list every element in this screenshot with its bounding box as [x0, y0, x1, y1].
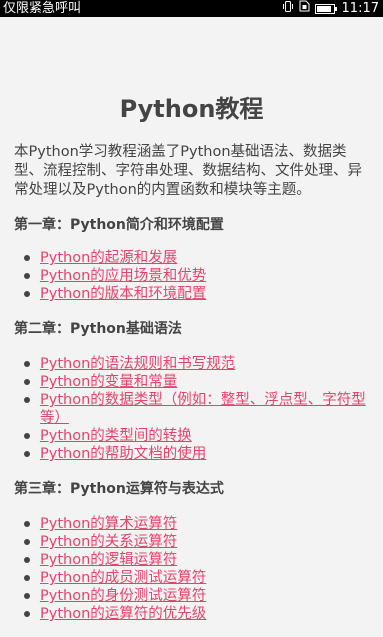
bullet-icon [24, 255, 30, 261]
link-logical-operators[interactable]: Python的逻辑运算符 [40, 552, 177, 568]
link-python-type-conversion[interactable]: Python的类型间的转换 [40, 428, 192, 444]
status-bar: 仅限紧急呼叫 11:17 [0, 0, 383, 17]
link-operator-precedence[interactable]: Python的运算符的优先级 [40, 606, 206, 622]
chapter-1-list: Python的起源和发展 Python的应用场景和优势 Python的版本和环境… [22, 249, 367, 303]
chapter-1-title: 第一章：Python简介和环境配置 [14, 217, 224, 233]
link-python-syntax[interactable]: Python的语法规则和书写规范 [40, 356, 235, 372]
link-python-applications[interactable]: Python的应用场景和优势 [40, 268, 206, 284]
list-item: Python的关系运算符 [22, 533, 367, 551]
list-item: Python的版本和环境配置 [22, 285, 367, 303]
link-arithmetic-operators[interactable]: Python的算术运算符 [40, 516, 177, 532]
link-relational-operators[interactable]: Python的关系运算符 [40, 534, 177, 550]
clock: 11:17 [341, 1, 379, 16]
bullet-icon [24, 291, 30, 297]
status-icons: 11:17 [282, 0, 379, 17]
link-membership-operators[interactable]: Python的成员测试运算符 [40, 570, 206, 586]
battery-level-fill [316, 5, 331, 12]
list-item: Python的类型间的转换 [22, 427, 367, 445]
bullet-icon [24, 611, 30, 617]
list-item: Python的应用场景和优势 [22, 267, 367, 285]
list-item: Python的数据类型（例如：整型、浮点型、字符型等） [22, 391, 367, 427]
list-item: Python的成员测试运算符 [22, 569, 367, 587]
bullet-icon [24, 397, 30, 403]
link-python-variables[interactable]: Python的变量和常量 [40, 374, 177, 390]
link-python-help-docs[interactable]: Python的帮助文档的使用 [40, 446, 206, 462]
vibrate-icon [282, 0, 294, 17]
chapter-2-title: 第二章：Python基础语法 [14, 321, 182, 337]
list-item: Python的身份测试运算符 [22, 587, 367, 605]
list-item: Python的运算符的优先级 [22, 605, 367, 623]
bullet-icon [24, 361, 30, 367]
link-python-data-types[interactable]: Python的数据类型（例如：整型、浮点型、字符型等） [40, 392, 366, 426]
chapter-3-list: Python的算术运算符 Python的关系运算符 Python的逻辑运算符 P… [22, 515, 367, 623]
sim-card-icon [299, 0, 310, 17]
link-python-origin[interactable]: Python的起源和发展 [40, 250, 177, 266]
bullet-icon [24, 575, 30, 581]
bullet-icon [24, 273, 30, 279]
link-identity-operators[interactable]: Python的身份测试运算符 [40, 588, 206, 604]
bullet-icon [24, 451, 30, 457]
bullet-icon [24, 379, 30, 385]
battery-icon [314, 3, 337, 14]
page-title: Python教程 [119, 95, 264, 123]
list-item: Python的帮助文档的使用 [22, 445, 367, 463]
bullet-icon [24, 521, 30, 527]
list-item: Python的语法规则和书写规范 [22, 355, 367, 373]
chapter-2-list: Python的语法规则和书写规范 Python的变量和常量 Python的数据类… [22, 355, 367, 463]
list-item: Python的起源和发展 [22, 249, 367, 267]
page-content: Python教程 本Python学习教程涵盖了Python基础语法、数据类型、流… [0, 17, 383, 637]
chapter-3-title: 第三章：Python运算符与表达式 [14, 481, 224, 497]
link-python-versions[interactable]: Python的版本和环境配置 [40, 286, 206, 302]
bullet-icon [24, 433, 30, 439]
bullet-icon [24, 593, 30, 599]
bullet-icon [24, 539, 30, 545]
list-item: Python的算术运算符 [22, 515, 367, 533]
list-item: Python的逻辑运算符 [22, 551, 367, 569]
intro-paragraph: 本Python学习教程涵盖了Python基础语法、数据类型、流程控制、字符串处理… [14, 144, 362, 198]
carrier-text: 仅限紧急呼叫 [3, 1, 82, 16]
bullet-icon [24, 557, 30, 563]
list-item: Python的变量和常量 [22, 373, 367, 391]
